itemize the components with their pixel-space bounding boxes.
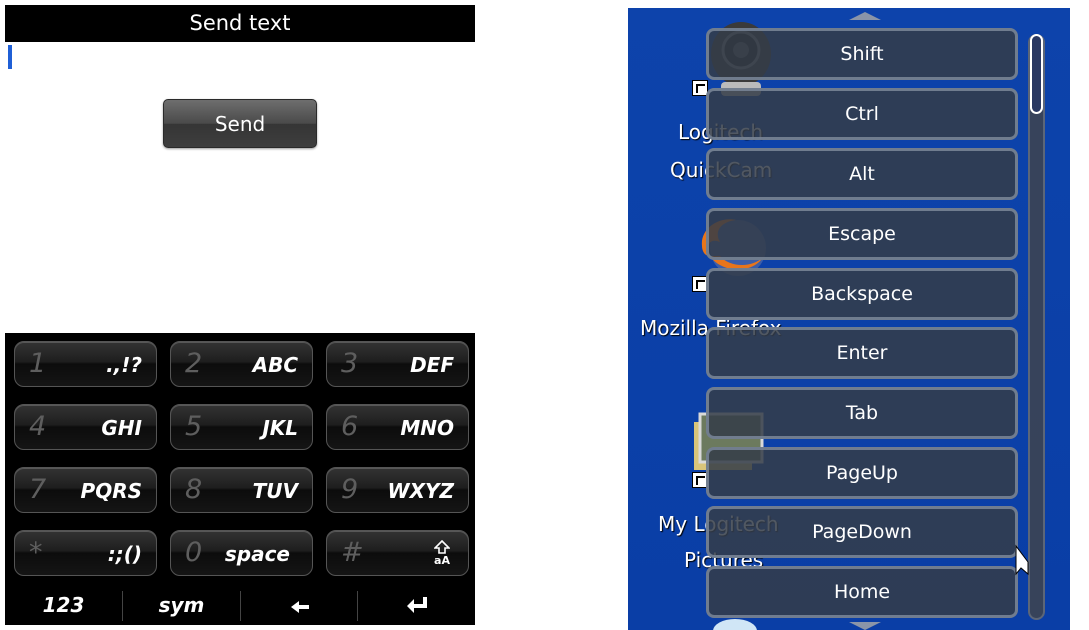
key-letters: ABC: [252, 353, 298, 377]
key-2[interactable]: 2 ABC: [170, 341, 313, 387]
scrollbar-thumb[interactable]: [1030, 34, 1043, 114]
scroll-down-icon[interactable]: [849, 622, 881, 630]
send-text-screen: Send text Send 1 .,!? 2 ABC 3 DEF 4 GHI …: [5, 5, 475, 625]
key-number: 6: [341, 411, 359, 442]
key-number: 3: [341, 348, 359, 379]
message-input[interactable]: [5, 42, 475, 333]
scroll-up-icon[interactable]: [849, 12, 881, 20]
scrollbar[interactable]: [1028, 34, 1045, 620]
key-letters: TUV: [252, 479, 298, 503]
key-number: 7: [29, 474, 47, 505]
mode-123-button[interactable]: 123: [5, 585, 122, 625]
key-number: 4: [29, 411, 47, 442]
desktop-screen: Logitech QuickCam Mozilla Firefox My Log…: [628, 8, 1070, 630]
key-5[interactable]: 5 JKL: [170, 404, 313, 450]
key-number: 1: [29, 348, 47, 379]
key-letters: space: [224, 542, 290, 566]
key-letters: .,!?: [106, 353, 142, 377]
sym-button[interactable]: sym: [123, 585, 240, 625]
alt-key-button[interactable]: Alt: [706, 148, 1018, 200]
key-7[interactable]: 7 PQRS: [14, 467, 157, 513]
key-number: 8: [185, 474, 203, 505]
key-1[interactable]: 1 .,!?: [14, 341, 157, 387]
key-number: 5: [185, 411, 203, 442]
key-number: #: [341, 537, 364, 568]
enter-icon: [406, 587, 428, 626]
keypad: 1 .,!? 2 ABC 3 DEF 4 GHI 5 JKL 6 MNO 7 P…: [5, 333, 475, 625]
escape-key-button[interactable]: Escape: [706, 208, 1018, 260]
ctrl-key-button[interactable]: Ctrl: [706, 88, 1018, 140]
key-number: 2: [185, 348, 203, 379]
key-number: 9: [341, 474, 359, 505]
key-8[interactable]: 8 TUV: [170, 467, 313, 513]
mouse-pointer-icon: [1015, 544, 1029, 580]
case-label: aA: [434, 554, 450, 567]
key-4[interactable]: 4 GHI: [14, 404, 157, 450]
shift-arrow-icon: aA: [430, 540, 454, 568]
key-hash[interactable]: # aA: [326, 530, 469, 576]
send-button[interactable]: Send: [163, 99, 317, 148]
tab-key-button[interactable]: Tab: [706, 387, 1018, 439]
key-letters: WXYZ: [387, 479, 454, 503]
key-letters: MNO: [400, 416, 454, 440]
pagedown-key-button[interactable]: PageDown: [706, 506, 1018, 558]
key-letters: :;(): [107, 542, 142, 566]
key-0[interactable]: 0 space: [170, 530, 313, 576]
bottom-bar: 123 sym: [5, 585, 475, 625]
screen-title: Send text: [5, 5, 475, 42]
key-star[interactable]: * :;(): [14, 530, 157, 576]
left-arrow-icon: [290, 587, 310, 626]
key-number: *: [29, 537, 43, 568]
key-number: 0: [185, 537, 203, 568]
home-key-button[interactable]: Home: [706, 566, 1018, 618]
pageup-key-button[interactable]: PageUp: [706, 447, 1018, 499]
key-9[interactable]: 9 WXYZ: [326, 467, 469, 513]
desktop-icon-partial: [710, 616, 760, 630]
key-letters: GHI: [101, 416, 142, 440]
key-letters: JKL: [262, 416, 298, 440]
shift-key-button[interactable]: Shift: [706, 28, 1018, 80]
key-3[interactable]: 3 DEF: [326, 341, 469, 387]
enter-button[interactable]: [358, 585, 475, 625]
key-letters: DEF: [410, 353, 454, 377]
key-6[interactable]: 6 MNO: [326, 404, 469, 450]
backspace-button[interactable]: [241, 585, 358, 625]
backspace-key-button[interactable]: Backspace: [706, 268, 1018, 320]
key-letters: PQRS: [80, 479, 142, 503]
enter-key-button[interactable]: Enter: [706, 327, 1018, 379]
